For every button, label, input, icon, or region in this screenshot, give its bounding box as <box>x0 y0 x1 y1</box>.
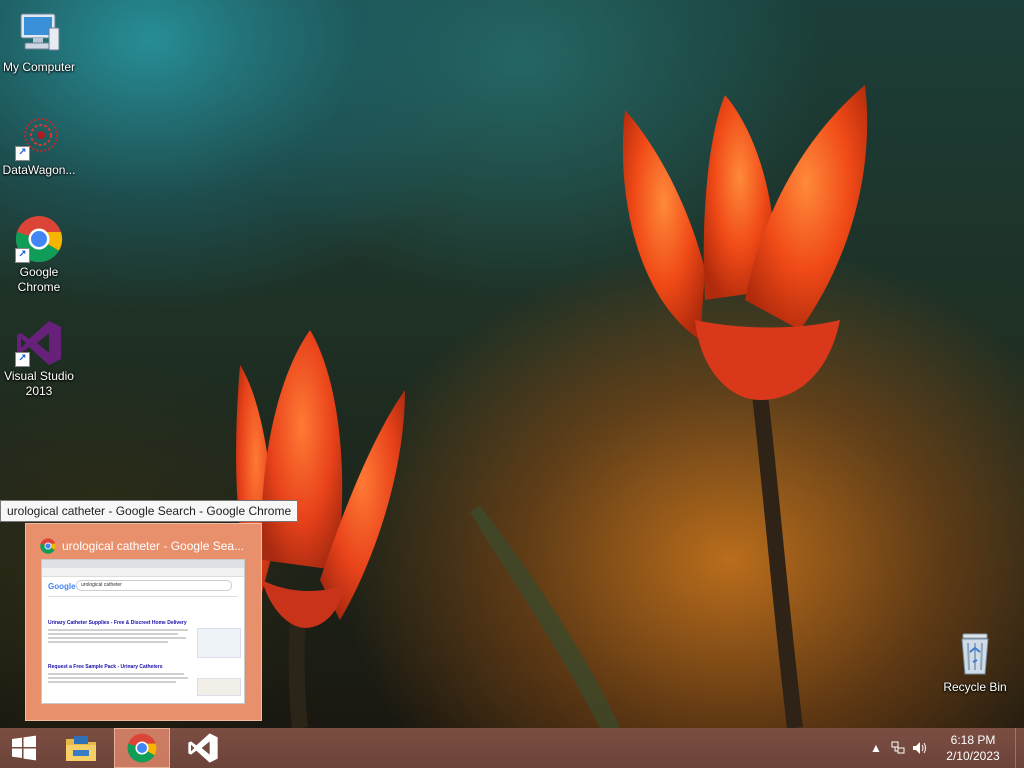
chrome-icon <box>127 733 157 763</box>
chrome-icon <box>40 538 56 554</box>
desktop-icon-label: My Computer <box>2 60 76 74</box>
visual-studio-icon <box>188 733 218 763</box>
taskbar-chrome-button[interactable] <box>114 728 170 768</box>
desktop[interactable]: My Computer ↗ DataWagon... ↗ Google Chro… <box>0 0 1024 728</box>
thumbnail-window-snapshot: Google urological catheter Urinary Cathe… <box>41 559 245 704</box>
computer-icon <box>15 10 63 58</box>
thumbnail-google-logo: Google <box>48 582 76 591</box>
folder-icon <box>66 736 96 761</box>
clock-date: 2/10/2023 <box>946 749 1000 763</box>
clock-time: 6:18 PM <box>950 733 996 747</box>
taskbar: ▲ 6:18 PM 2/10/2023 <box>0 728 1024 768</box>
recycle-bin-icon <box>951 630 999 678</box>
desktop-icon-label: Google Chrome <box>17 265 61 294</box>
taskbar-thumbnail-preview[interactable]: urological catheter - Google Sea... Goog… <box>25 523 262 721</box>
thumbnail-title: urological catheter - Google Sea... <box>62 539 245 553</box>
thumbnail-result-2: Request a Free Sample Pack - Urinary Cat… <box>48 664 163 670</box>
clock[interactable]: 6:18 PM 2/10/2023 <box>931 732 1015 764</box>
taskbar-file-explorer-button[interactable] <box>54 728 108 768</box>
start-button[interactable] <box>0 728 48 768</box>
desktop-icon-google-chrome[interactable]: ↗ Google Chrome <box>1 215 77 295</box>
thumbnail-result-1: Urinary Catheter Supplies - Free & Discr… <box>48 620 187 626</box>
desktop-icon-label: Visual Studio 2013 <box>4 369 74 398</box>
desktop-icon-recycle-bin[interactable]: Recycle Bin <box>937 630 1013 695</box>
desktop-icon-label: Recycle Bin <box>943 680 1007 694</box>
desktop-icon-visual-studio[interactable]: ↗ Visual Studio 2013 <box>1 319 77 399</box>
desktop-icon-my-computer[interactable]: My Computer <box>1 10 77 75</box>
thumbnail-search-box: urological catheter <box>76 580 232 591</box>
thumbnail-header: urological catheter - Google Sea... <box>40 538 244 554</box>
datawagon-icon: ↗ <box>15 113 63 161</box>
desktop-icon-datawagon[interactable]: ↗ DataWagon... <box>1 113 77 178</box>
desktop-icon-label: DataWagon... <box>2 163 76 177</box>
system-tray: ▲ 6:18 PM 2/10/2023 <box>865 728 1024 768</box>
shortcut-arrow-icon: ↗ <box>15 352 30 367</box>
chevron-up-icon[interactable]: ▲ <box>865 728 887 768</box>
windows-logo-icon <box>12 735 36 761</box>
volume-icon[interactable] <box>909 728 931 768</box>
shortcut-arrow-icon: ↗ <box>15 248 30 263</box>
network-icon[interactable] <box>887 728 909 768</box>
taskbar-visual-studio-button[interactable] <box>176 728 230 768</box>
visual-studio-icon: ↗ <box>15 319 63 367</box>
show-desktop-button[interactable] <box>1015 728 1024 768</box>
window-tooltip: urological catheter - Google Search - Go… <box>0 500 299 522</box>
chrome-icon: ↗ <box>15 215 63 263</box>
shortcut-arrow-icon: ↗ <box>15 146 30 161</box>
